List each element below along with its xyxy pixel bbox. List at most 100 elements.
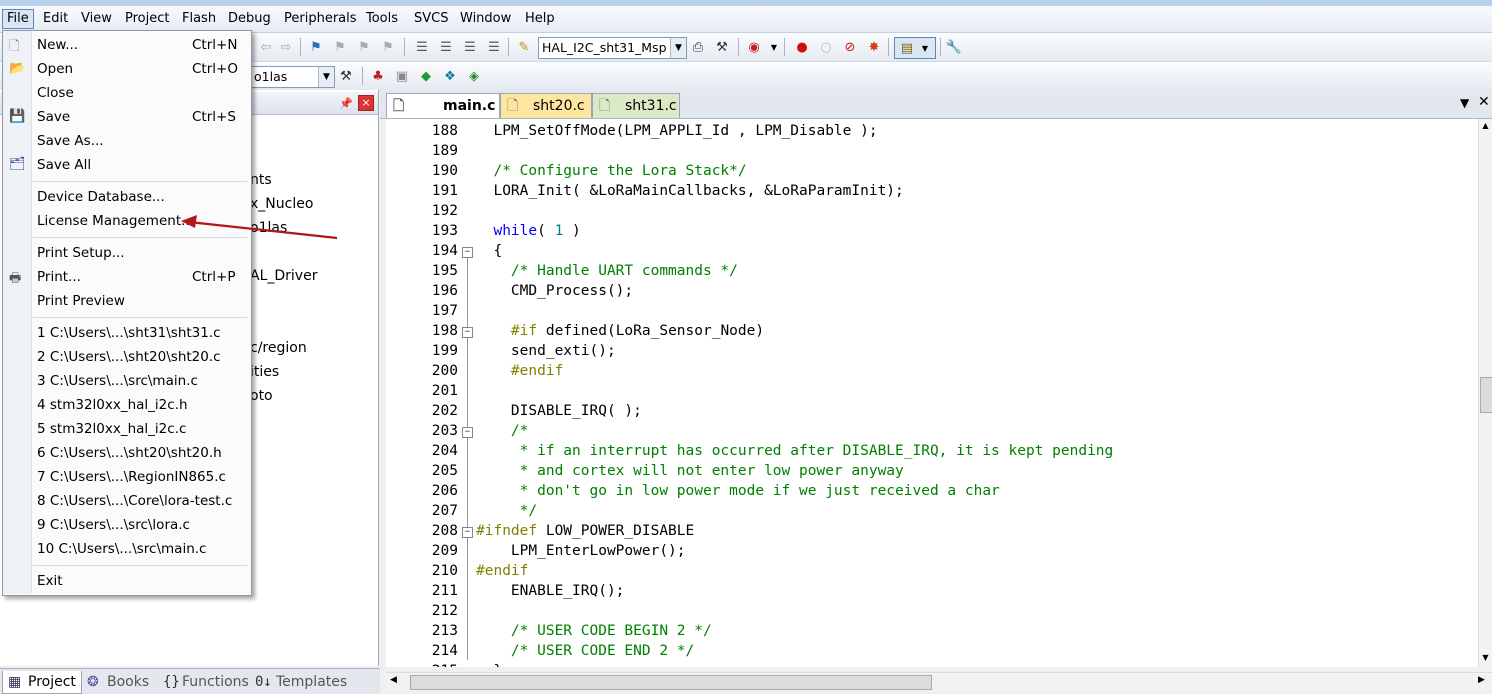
code-line: LPM_SetOffMode(LPM_APPLI_Id , LPM_Disabl… — [476, 123, 878, 139]
target-combo[interactable]: o1las ▼ — [250, 66, 335, 88]
vertical-scrollbar[interactable]: ▲ ▼ — [1478, 119, 1492, 667]
bookmark-clear-icon[interactable]: ⚑ — [380, 39, 396, 55]
code-line: * if an interrupt has occurred after DIS… — [476, 443, 1114, 459]
uncomment-icon[interactable]: ☰ — [486, 39, 502, 55]
line-number: 198 — [431, 323, 458, 339]
menu-debug[interactable]: Debug — [224, 10, 275, 28]
code-line: #ifndef LOW_POWER_DISABLE — [476, 523, 695, 539]
close-editor-icon[interactable]: ✕ — [1478, 94, 1490, 110]
chevron-down-icon[interactable]: ▼ — [670, 38, 686, 58]
menu-view[interactable]: View — [77, 10, 116, 28]
toolbar-separator — [508, 38, 509, 56]
line-number: 194 — [431, 243, 458, 259]
save-disk-icon: 💾 — [9, 109, 26, 124]
bookmark-next-icon[interactable]: ⚑ — [356, 39, 372, 55]
scroll-right-icon[interactable]: ▶ — [1478, 675, 1485, 685]
menu-file[interactable]: File — [2, 9, 34, 29]
fold-toggle-icon[interactable]: − — [462, 247, 473, 258]
run-time-environment-icon[interactable]: ◈ — [466, 68, 482, 84]
menu-svcs[interactable]: SVCS — [410, 10, 452, 28]
breakpoint-disable-all-icon[interactable]: ⊘ — [842, 39, 858, 55]
debug-session-icon[interactable]: ◉ — [746, 39, 762, 55]
toolbar-separator — [404, 38, 405, 56]
scroll-up-icon[interactable]: ▲ — [1479, 119, 1492, 133]
window-layout-button[interactable]: ▤ ▼ — [894, 37, 936, 59]
tree-item[interactable]: c/region — [250, 340, 307, 356]
unindent-icon[interactable]: ☰ — [438, 39, 454, 55]
fold-toggle-icon[interactable]: − — [462, 427, 473, 438]
recent-file-item[interactable]: 3 C:\Users\...\src\main.c — [37, 373, 198, 389]
scrollbar-thumb[interactable] — [1480, 377, 1492, 413]
code-line: /* — [476, 423, 529, 439]
indent-icon[interactable]: ☰ — [414, 39, 430, 55]
manage-components-icon[interactable]: ♣ — [370, 68, 386, 84]
menu-project[interactable]: Project — [121, 10, 173, 28]
target-options-icon[interactable]: ⚒ — [338, 68, 354, 84]
select-packs-icon[interactable]: ◆ — [418, 68, 434, 84]
recent-file-item[interactable]: 4 stm32l0xx_hal_i2c.h — [37, 397, 188, 413]
code-line: /* USER CODE END 2 */ — [476, 643, 695, 659]
tab-books[interactable]: ❂ Books — [84, 671, 158, 693]
tree-item[interactable]: ities — [250, 364, 279, 380]
file-icon: 🗋 — [599, 98, 611, 114]
find-combo[interactable]: HAL_I2C_sht31_Msp ▼ — [538, 37, 687, 59]
fold-toggle-icon[interactable]: − — [462, 327, 473, 338]
recent-file-item[interactable]: 5 stm32l0xx_hal_i2c.c — [37, 421, 186, 437]
menu-item-label: Save All — [37, 157, 92, 173]
recent-file-item[interactable]: 2 C:\Users\...\sht20\sht20.c — [37, 349, 221, 365]
scroll-down-icon[interactable]: ▼ — [1479, 651, 1492, 665]
books-icon: ❂ — [87, 674, 99, 690]
tab-project[interactable]: ▦ Project — [2, 671, 82, 694]
bookmark-prev-icon[interactable]: ⚑ — [332, 39, 348, 55]
tab-sht31-c[interactable]: 🗋 sht31.c — [592, 93, 680, 118]
breakpoint-enable-icon[interactable]: ○ — [818, 39, 834, 55]
tab-list-dropdown-icon[interactable]: ▼ — [1460, 96, 1469, 110]
recent-file-item[interactable]: 1 C:\Users\...\sht31\sht31.c — [37, 325, 221, 341]
fold-toggle-icon[interactable]: − — [462, 527, 473, 538]
code-line: CMD_Process(); — [476, 283, 634, 299]
line-number: 211 — [431, 583, 458, 599]
bookmark-icon[interactable]: ⚑ — [308, 39, 324, 55]
annotation-arrow — [181, 215, 338, 240]
recent-file-item[interactable]: 7 C:\Users\...\RegionIN865.c — [37, 469, 226, 485]
recent-file-item[interactable]: 6 C:\Users\...\sht20\sht20.h — [37, 445, 222, 461]
menu-edit[interactable]: Edit — [39, 10, 72, 28]
pin-icon[interactable]: 📌 — [338, 95, 354, 111]
line-number: 205 — [431, 463, 458, 479]
configure-wrench-icon[interactable]: 🔧 — [946, 39, 962, 55]
navigate-forward-icon[interactable]: ⇨ — [278, 39, 294, 55]
menu-peripherals[interactable]: Peripherals — [280, 10, 361, 28]
scrollbar-thumb[interactable] — [410, 675, 932, 690]
recent-file-item[interactable]: 10 C:\Users\...\src\main.c — [37, 541, 206, 557]
tab-templates[interactable]: 0↓ Templates — [252, 671, 352, 693]
chevron-down-icon[interactable]: ▼ — [318, 67, 334, 87]
horizontal-scrollbar[interactable]: ◀ ▶ — [386, 672, 1492, 691]
tree-item[interactable]: AL_Driver — [250, 268, 317, 284]
navigate-back-icon[interactable]: ⇦ — [258, 39, 274, 55]
close-panel-icon[interactable]: × — [358, 95, 374, 111]
scroll-left-icon[interactable]: ◀ — [390, 675, 397, 685]
recent-file-item[interactable]: 8 C:\Users\...\Core\lora-test.c — [37, 493, 232, 509]
line-number: 190 — [431, 163, 458, 179]
menu-help[interactable]: Help — [521, 10, 559, 28]
find-in-files-icon[interactable]: ✎ — [516, 39, 532, 55]
find-icon[interactable]: ⎙ — [690, 39, 706, 55]
tree-item[interactable]: nts — [250, 172, 272, 188]
breakpoint-kill-all-icon[interactable]: ✸ — [866, 39, 882, 55]
pack-installer-icon[interactable]: ❖ — [442, 68, 458, 84]
code-line: { — [476, 243, 503, 259]
file-extensions-icon[interactable]: ▣ — [394, 68, 410, 84]
menu-window[interactable]: Window — [456, 10, 515, 28]
line-number: 206 — [431, 483, 458, 499]
menu-flash[interactable]: Flash — [178, 10, 220, 28]
chevron-down-icon[interactable]: ▼ — [766, 39, 782, 55]
breakpoint-insert-icon[interactable]: ● — [794, 39, 810, 55]
incremental-find-icon[interactable]: ⚒ — [714, 39, 730, 55]
tree-item[interactable]: oto — [250, 388, 273, 404]
tab-main-c[interactable]: 🗋 main.c — [386, 93, 500, 118]
recent-file-item[interactable]: 9 C:\Users\...\src\lora.c — [37, 517, 190, 533]
tab-functions[interactable]: {} Functions — [160, 671, 249, 693]
menu-tools[interactable]: Tools — [362, 10, 402, 28]
comment-icon[interactable]: ☰ — [462, 39, 478, 55]
tab-sht20-c[interactable]: 🗋 sht20.c — [500, 93, 592, 118]
